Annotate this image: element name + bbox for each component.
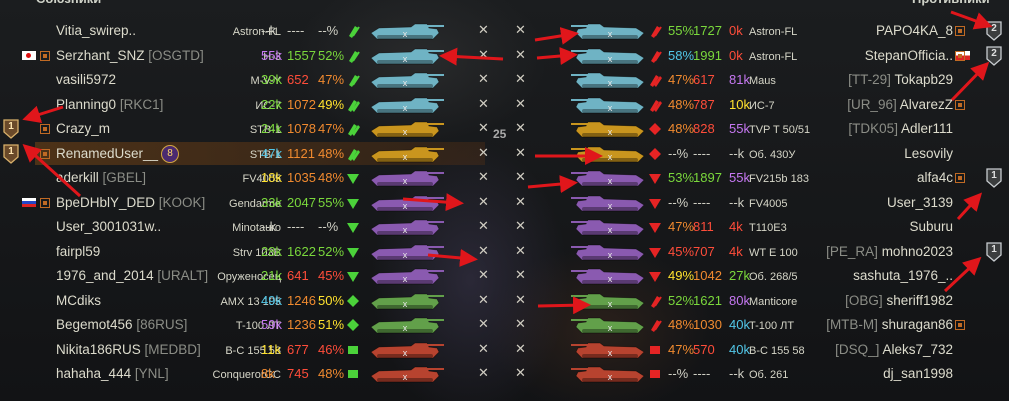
annotation-arrows (22, 10, 993, 315)
annotation-arrow (22, 105, 64, 123)
annotation-arrow (950, 61, 990, 102)
annotation-arrow (536, 47, 578, 65)
annotation-arrow (22, 143, 82, 198)
battle-stats-screen: Союзники Противники Vitia_swirep..Astron… (0, 0, 1009, 401)
annotation-arrow (950, 10, 993, 30)
annotation-arrow (956, 192, 983, 221)
annotation-arrow (402, 193, 464, 212)
annotation-arrow (943, 256, 982, 293)
annotation-arrow (439, 47, 504, 66)
annotation-arrow (427, 248, 478, 267)
annotation-arrow (537, 296, 591, 315)
annotation-arrow (534, 26, 579, 45)
annotation-arrow (527, 175, 578, 194)
